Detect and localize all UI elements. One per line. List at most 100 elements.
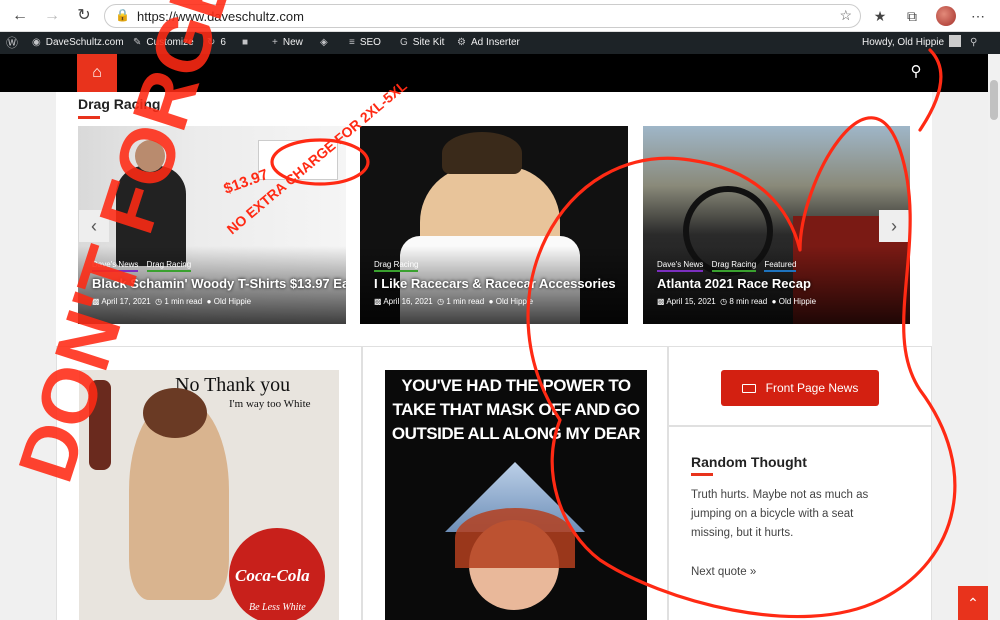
- post-title[interactable]: I Like Racecars & Racecar Accessories: [374, 276, 616, 291]
- site-kit-label: Site Kit: [412, 37, 445, 48]
- customize-link[interactable]: ✎ Customize: [133, 32, 194, 54]
- category-daves-news[interactable]: Dave's News: [657, 260, 704, 272]
- front-page-news-label: Front Page News: [765, 381, 859, 395]
- category-drag-racing[interactable]: Drag Racing: [711, 260, 757, 272]
- page-scrollbar[interactable]: [988, 54, 1000, 620]
- read-time: 1 min read: [164, 297, 203, 306]
- glinda-meme-image[interactable]: YOU'VE HAD THE POWER TO TAKE THAT MASK O…: [385, 370, 647, 620]
- search-icon[interactable]: ⚲: [906, 62, 926, 82]
- clock-icon: ◷: [720, 297, 728, 306]
- plugin-diamond-link[interactable]: ◈: [320, 32, 333, 54]
- lock-icon: 🔒: [115, 8, 130, 22]
- site-name-link[interactable]: ◉ DaveSchultz.com: [32, 32, 124, 54]
- read-time: 8 min read: [729, 297, 768, 306]
- seo-link[interactable]: ≡ SEO: [349, 32, 381, 54]
- price-box-shape: [258, 140, 338, 180]
- clock-icon: ◷: [155, 297, 163, 306]
- slider-post-card[interactable]: Dave's News Drag Racing Black Schamin' W…: [78, 126, 346, 324]
- updates-link[interactable]: ↻ 6: [207, 32, 226, 54]
- meme-caption: YOU'VE HAD THE POWER TO TAKE THAT MASK O…: [391, 376, 641, 443]
- diamond-icon: ◈: [320, 37, 328, 48]
- post-categories: Dave's News Drag Racing Featured: [657, 260, 802, 272]
- site-kit-link[interactable]: G Site Kit: [400, 32, 444, 54]
- next-quote-link[interactable]: Next quote »: [691, 566, 756, 578]
- front-page-news-button[interactable]: Front Page News: [721, 370, 879, 406]
- scroll-to-top-button[interactable]: ⌃: [958, 586, 988, 620]
- scrollbar-thumb[interactable]: [990, 80, 998, 120]
- site-navigation: ⌂ ⚲: [0, 54, 988, 92]
- dashboard-icon: ◉: [32, 37, 41, 48]
- post-date: April 17, 2021: [101, 297, 151, 306]
- read-time: 1 min read: [446, 297, 485, 306]
- favorite-star-icon[interactable]: ☆: [839, 7, 852, 24]
- profile-avatar[interactable]: [936, 6, 956, 26]
- user-icon: ●: [771, 297, 777, 306]
- user-icon: ●: [206, 297, 212, 306]
- admin-search-icon[interactable]: ⚲: [970, 32, 982, 54]
- favorites-icon[interactable]: ★: [870, 6, 890, 26]
- clock-icon: ◷: [437, 297, 445, 306]
- site-name-label: DaveSchultz.com: [45, 37, 124, 48]
- url-text[interactable]: https://www.daveschultz.com: [137, 9, 304, 24]
- user-icon: ●: [488, 297, 494, 306]
- category-daves-news[interactable]: Dave's News: [92, 260, 139, 272]
- post-categories: Dave's News Drag Racing: [92, 260, 197, 272]
- address-bar[interactable]: 🔒 https://www.daveschultz.com ☆: [104, 4, 861, 28]
- random-thought-underline: [691, 473, 713, 476]
- post-meta: ▩ April 17, 2021 ◷ 1 min read ● Old Hipp…: [92, 297, 251, 306]
- menu-dots-icon[interactable]: ⋯: [968, 6, 988, 26]
- coke-subline: I'm way too White: [229, 398, 311, 410]
- post-meta: ▩ April 15, 2021 ◷ 8 min read ● Old Hipp…: [657, 297, 816, 306]
- newspaper-icon: [741, 384, 756, 393]
- post-author[interactable]: Old Hippie: [496, 297, 533, 306]
- new-content-link[interactable]: + New: [272, 32, 303, 54]
- howdy-account-link[interactable]: Howdy, Old Hippie: [862, 32, 962, 54]
- post-meta: ▩ April 16, 2021 ◷ 1 min read ● Old Hipp…: [374, 297, 533, 306]
- slider-post-card[interactable]: Dave's News Drag Racing Featured Atlanta…: [643, 126, 910, 324]
- glinda-hair-shape: [455, 508, 575, 568]
- updates-count: 6: [220, 37, 226, 48]
- category-drag-racing[interactable]: Drag Racing: [146, 260, 192, 272]
- brush-icon: ✎: [133, 37, 142, 48]
- cartoon-hair-shape: [442, 132, 522, 174]
- wordpress-logo-icon[interactable]: Ⓦ: [6, 32, 23, 54]
- random-thought-text: Truth hurts. Maybe not as much as jumpin…: [691, 489, 869, 539]
- category-drag-racing[interactable]: Drag Racing: [374, 260, 419, 272]
- race-car-interior-image: [643, 126, 910, 324]
- post-date: April 15, 2021: [666, 297, 716, 306]
- forward-icon[interactable]: →: [42, 6, 62, 26]
- tshirt-post-image: [78, 126, 346, 324]
- user-avatar: [949, 35, 962, 47]
- calendar-icon: ▩: [657, 297, 665, 306]
- comments-link[interactable]: ■: [242, 32, 253, 54]
- home-icon[interactable]: ⌂: [77, 54, 117, 92]
- gear-icon: ⚙: [457, 37, 466, 48]
- ad-inserter-label: Ad Inserter: [470, 37, 520, 48]
- page-body: Drag Racing Dave's News Drag Racing Blac…: [0, 92, 988, 620]
- slider-prev-arrow[interactable]: ‹: [79, 210, 109, 242]
- browser-toolbar: ← → ↻ 🔒 https://www.daveschultz.com ☆ ★ …: [0, 0, 1000, 32]
- post-title[interactable]: Black Schamin' Woody T-Shirts $13.97 Eac…: [92, 276, 346, 291]
- reload-icon[interactable]: ↻: [74, 6, 94, 26]
- random-thought-title: Random Thought: [691, 454, 807, 470]
- slider-next-arrow[interactable]: ›: [879, 210, 909, 242]
- howdy-label: Howdy, Old Hippie: [862, 37, 945, 48]
- back-icon[interactable]: ←: [10, 6, 30, 26]
- slider-post-card[interactable]: Drag Racing I Like Racecars & Racecar Ac…: [360, 126, 628, 324]
- coke-footer-text: Be Less White: [249, 602, 306, 613]
- ad-inserter-link[interactable]: ⚙ Ad Inserter: [457, 32, 520, 54]
- post-author[interactable]: Old Hippie: [214, 297, 251, 306]
- post-title[interactable]: Atlanta 2021 Race Recap: [657, 276, 811, 291]
- wp-admin-bar: Ⓦ ◉ DaveSchultz.com ✎ Customize ↻ 6 ■ + New …: [0, 32, 1000, 54]
- post-author[interactable]: Old Hippie: [779, 297, 816, 306]
- google-g-icon: G: [400, 37, 408, 48]
- updates-icon: ↻: [207, 37, 216, 48]
- seo-label: SEO: [359, 37, 381, 48]
- collections-icon[interactable]: ⧉: [902, 6, 922, 26]
- post-date: April 16, 2021: [383, 297, 433, 306]
- plus-icon: +: [272, 37, 278, 48]
- category-featured[interactable]: Featured: [764, 260, 797, 272]
- coke-ad-image[interactable]: No Thank you I'm way too White Coca-Cola…: [79, 370, 339, 620]
- calendar-icon: ▩: [374, 297, 382, 306]
- section-title-underline: [78, 116, 100, 119]
